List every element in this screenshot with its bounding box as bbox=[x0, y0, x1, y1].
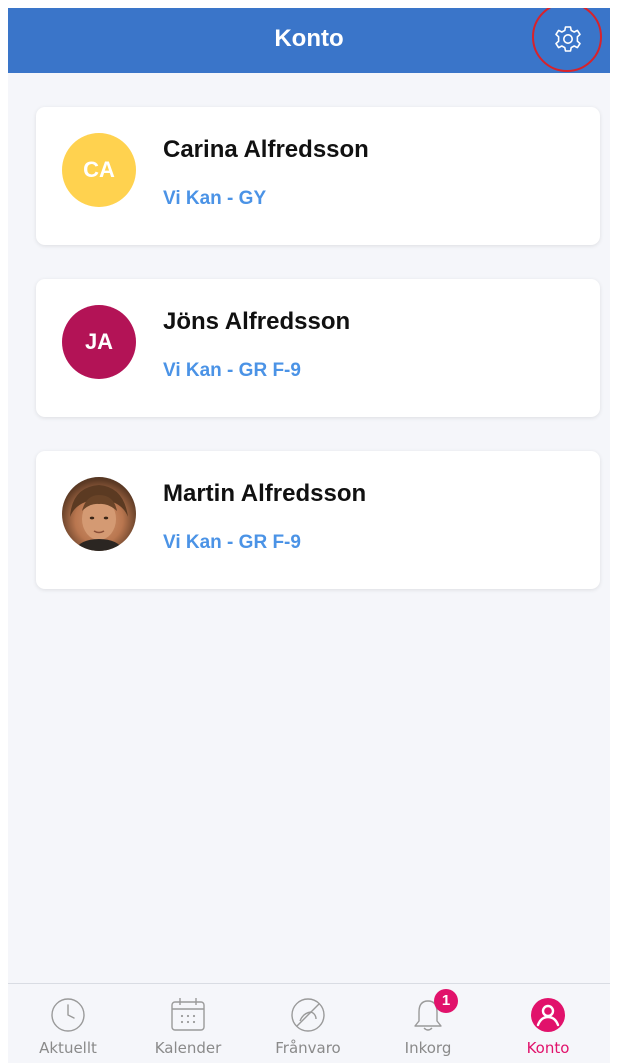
avatar: CA bbox=[62, 133, 136, 207]
account-list: CA Carina Alfredsson Vi Kan - GY JA Jöns… bbox=[36, 107, 600, 623]
header-bar: Konto bbox=[8, 8, 610, 73]
account-school: Vi Kan - GR F-9 bbox=[163, 532, 301, 553]
calendar-icon bbox=[171, 998, 205, 1031]
tab-inkorg[interactable]: 1 Inkorg bbox=[368, 984, 488, 1063]
absence-icon bbox=[291, 998, 325, 1032]
tab-franvaro[interactable]: Frånvaro bbox=[248, 984, 368, 1063]
tab-label: Aktuellt bbox=[39, 1039, 97, 1057]
account-card[interactable]: JA Jöns Alfredsson Vi Kan - GR F-9 bbox=[36, 279, 600, 417]
tab-konto[interactable]: Konto bbox=[488, 984, 608, 1063]
tab-aktuellt[interactable]: Aktuellt bbox=[8, 984, 128, 1063]
account-card[interactable]: Martin Alfredsson Vi Kan - GR F-9 bbox=[36, 451, 600, 589]
avatar: JA bbox=[62, 305, 136, 379]
account-school: Vi Kan - GY bbox=[163, 188, 267, 209]
account-icon bbox=[531, 998, 565, 1032]
page-title: Konto bbox=[274, 25, 344, 52]
tab-label: Inkorg bbox=[404, 1039, 452, 1057]
tab-kalender[interactable]: Kalender bbox=[128, 984, 248, 1063]
account-name: Carina Alfredsson bbox=[163, 136, 369, 163]
profile-photo bbox=[70, 485, 128, 551]
account-school: Vi Kan - GR F-9 bbox=[163, 360, 301, 381]
unread-badge: 1 bbox=[434, 989, 458, 1013]
tab-label: Konto bbox=[526, 1039, 570, 1057]
tab-label: Frånvaro bbox=[275, 1039, 341, 1057]
gear-icon bbox=[555, 26, 581, 52]
account-card[interactable]: CA Carina Alfredsson Vi Kan - GY bbox=[36, 107, 600, 245]
account-name: Jöns Alfredsson bbox=[163, 308, 351, 335]
avatar-photo bbox=[62, 477, 136, 551]
clock-icon bbox=[51, 998, 85, 1032]
tab-label: Kalender bbox=[154, 1039, 222, 1057]
settings-button[interactable] bbox=[534, 8, 602, 72]
account-name: Martin Alfredsson bbox=[163, 480, 367, 507]
screen: Konto CA Carina Alfredsson Vi Kan - GY J… bbox=[8, 8, 610, 1063]
tab-bar: Aktuellt Kalender Frånvaro 1 Inkorg Kont… bbox=[8, 983, 610, 1063]
